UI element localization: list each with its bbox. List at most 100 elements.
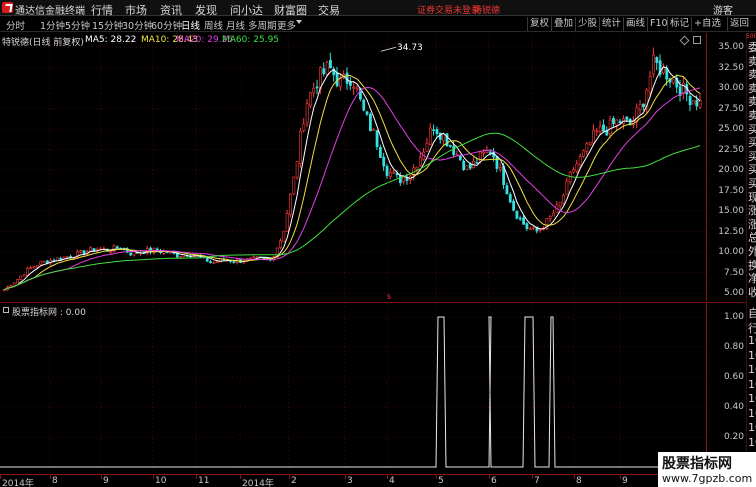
candle-body	[372, 128, 376, 131]
candle-body	[528, 228, 532, 230]
tab-5min[interactable]: 5分钟	[65, 18, 90, 32]
date-label: 11	[198, 476, 210, 486]
candle-body	[212, 262, 216, 264]
adjust-button[interactable]: 复权	[527, 17, 551, 31]
candle-body	[215, 261, 219, 264]
candle-body	[458, 155, 462, 161]
kline-chart[interactable]: 34.73 s 特锐德(日线 前复权) MA5: 28.22 MA10: 28.4…	[0, 33, 706, 301]
menu-quotes[interactable]: 行情	[91, 2, 113, 18]
candle-body	[442, 133, 446, 142]
candle-body	[285, 213, 289, 232]
menu-trade[interactable]: 交易	[318, 2, 340, 18]
candle-body	[349, 81, 352, 86]
candle-body	[19, 275, 23, 280]
menu-wealth-circle[interactable]: 财富圈	[274, 2, 307, 18]
candle-body	[485, 150, 489, 153]
candle-body	[438, 132, 442, 140]
candle-body	[435, 129, 439, 134]
draw-line-button[interactable]: 画线	[623, 17, 647, 31]
period-toolbar: 分时 1分钟 5分钟 15分钟 30分钟 60分钟 日线 周线 月线 多周期 更…	[0, 17, 756, 32]
date-label: 8	[576, 476, 582, 486]
statistics-button[interactable]: 统计	[599, 17, 623, 31]
date-tick	[620, 475, 621, 479]
app-logo-icon	[2, 2, 13, 13]
guest-login[interactable]: 游客	[713, 2, 733, 17]
tab-monthly[interactable]: 月线	[226, 18, 245, 32]
tab-60min[interactable]: 60分钟	[151, 18, 182, 32]
candle-body	[695, 100, 699, 107]
candle-body	[382, 156, 386, 167]
watermark-title: 股票指标网	[662, 456, 732, 472]
indicator-collapse-icon[interactable]	[3, 307, 9, 313]
candle-body	[538, 229, 542, 231]
candle-body	[428, 127, 432, 145]
quote-field-label: 10:2	[748, 421, 756, 434]
date-label: 7	[534, 476, 540, 486]
overlay-button[interactable]: 叠加	[551, 17, 575, 31]
menu-discover[interactable]: 发现	[195, 2, 217, 18]
candle-body	[325, 62, 329, 75]
candle-body	[79, 250, 83, 253]
indicator-tick: 0.40	[723, 402, 744, 412]
indicator-canvas[interactable]	[0, 303, 706, 475]
watermark-url: www.7gpzb.com	[662, 472, 753, 485]
quote-field-label: 10:2	[748, 406, 756, 420]
candle-body	[115, 246, 119, 249]
candle-body	[488, 151, 492, 154]
trade-login-notice[interactable]: 证券交易未登录	[417, 3, 480, 16]
kline-canvas[interactable]: 34.73 s	[0, 33, 706, 301]
candle-body	[608, 119, 612, 134]
back-button[interactable]: 返回	[727, 17, 751, 31]
date-label: 10	[155, 476, 167, 486]
tab-1min[interactable]: 1分钟	[40, 18, 65, 32]
quote-field-label: 10:2	[748, 392, 756, 405]
expand-icon[interactable]	[693, 36, 701, 44]
tab-more[interactable]: 更多	[277, 18, 296, 32]
candle-body	[598, 126, 602, 133]
ma10-line	[3, 74, 701, 291]
app-title: 通达信金融终端	[15, 6, 85, 17]
quote-field-label: 10:2	[748, 334, 756, 347]
date-axis: 2014年 8 9 10 11 2014年 2 3 4 5 6 7 8 9	[0, 474, 706, 487]
fewer-stocks-button[interactable]: 少股	[575, 17, 599, 31]
tab-30min[interactable]: 30分钟	[122, 18, 153, 32]
indicator-chart[interactable]: 股票指标网 : 0.00	[0, 302, 706, 475]
candle-body	[692, 100, 695, 105]
tab-intraday[interactable]: 分时	[6, 18, 25, 32]
menu-ask-xiaoda[interactable]: 问小达	[230, 2, 263, 18]
date-label: 9	[622, 476, 628, 486]
candle-body	[448, 145, 452, 147]
chevron-down-icon[interactable]	[296, 20, 302, 24]
candle-body	[292, 176, 296, 195]
candle-body	[648, 76, 652, 93]
ma5-legend: MA5: 28.22	[85, 35, 137, 45]
add-watchlist-button[interactable]: +自选	[691, 17, 723, 31]
candle-body	[512, 200, 516, 211]
quote-field-label: 10:2	[748, 363, 756, 376]
tab-15min[interactable]: 15分钟	[92, 18, 123, 32]
date-tick	[489, 475, 490, 479]
candle-body	[505, 185, 509, 195]
candle-body	[415, 166, 419, 170]
price-tick: 20.00	[718, 165, 744, 175]
menu-market[interactable]: 市场	[125, 2, 147, 18]
candle-body	[255, 256, 259, 258]
mark-button[interactable]: 标记	[667, 17, 691, 31]
candle-body	[355, 87, 359, 90]
candle-body	[572, 169, 575, 173]
price-tick: 25.00	[718, 124, 744, 134]
candle-body	[508, 194, 512, 203]
candle-body	[618, 120, 622, 124]
tab-multi-period[interactable]: 多周期	[248, 18, 277, 32]
candle-body	[295, 161, 299, 178]
split-marker: s	[387, 292, 391, 301]
menu-news[interactable]: 资讯	[160, 2, 182, 18]
candle-body	[209, 261, 212, 263]
date-tick	[345, 475, 346, 479]
tab-daily[interactable]: 日线	[181, 18, 200, 32]
candle-body	[252, 256, 256, 259]
candle-body	[388, 172, 392, 178]
candle-body	[585, 143, 589, 152]
panel-corner-number: 500	[746, 33, 756, 40]
tab-weekly[interactable]: 周线	[204, 18, 223, 32]
